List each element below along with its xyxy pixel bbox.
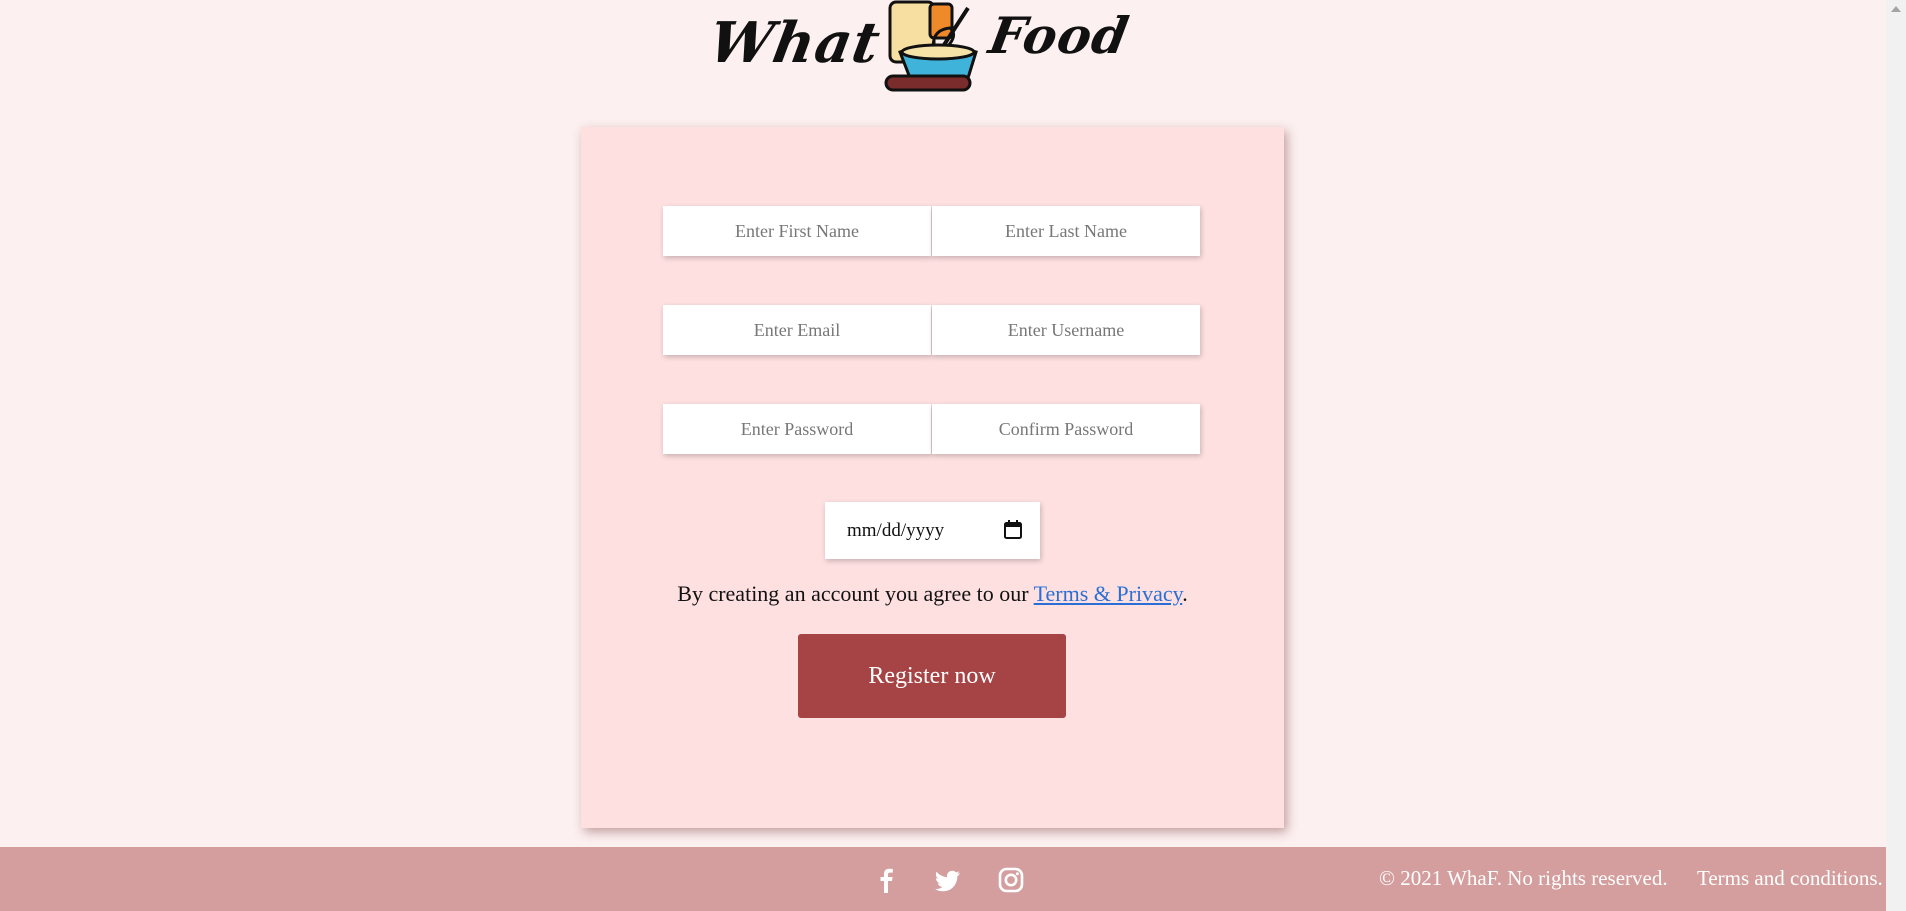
password-field[interactable] (663, 404, 931, 454)
password-row (663, 404, 1200, 454)
scroll-up-arrow-icon[interactable] (1891, 6, 1901, 12)
confirm-password-field[interactable] (932, 404, 1200, 454)
page: What Food mm/dd/yyyy (0, 0, 1886, 911)
calendar-icon[interactable] (1004, 520, 1022, 539)
vertical-scrollbar[interactable] (1886, 0, 1906, 911)
agree-end: . (1182, 581, 1188, 606)
name-row (663, 206, 1200, 256)
terms-agreement: By creating an account you agree to our … (581, 581, 1284, 607)
logo-word-what: What (704, 10, 886, 76)
last-name-field[interactable] (932, 206, 1200, 256)
instagram-icon[interactable] (997, 866, 1025, 894)
logo-word-food: Food (984, 6, 1134, 65)
registration-card: mm/dd/yyyy By creating an account you ag… (581, 127, 1284, 828)
birthdate-field[interactable]: mm/dd/yyyy (825, 502, 1040, 559)
facebook-icon[interactable] (872, 866, 900, 894)
account-row (663, 305, 1200, 355)
first-name-field[interactable] (663, 206, 931, 256)
date-placeholder: mm/dd/yyyy (847, 519, 945, 541)
agree-text: By creating an account you agree to our (677, 581, 1034, 606)
register-button[interactable]: Register now (798, 634, 1066, 718)
twitter-icon[interactable] (934, 866, 962, 894)
terms-conditions-link[interactable]: Terms and conditions. (1697, 866, 1883, 891)
mixing-bowl-icon (884, 0, 978, 92)
footer: © 2021 WhaF. No rights reserved. Terms a… (0, 847, 1886, 911)
terms-privacy-link[interactable]: Terms & Privacy (1034, 581, 1183, 606)
username-field[interactable] (932, 305, 1200, 355)
copyright-text: © 2021 WhaF. No rights reserved. (1379, 866, 1668, 890)
brand-logo[interactable]: What Food (704, 0, 1134, 96)
email-field[interactable] (663, 305, 931, 355)
